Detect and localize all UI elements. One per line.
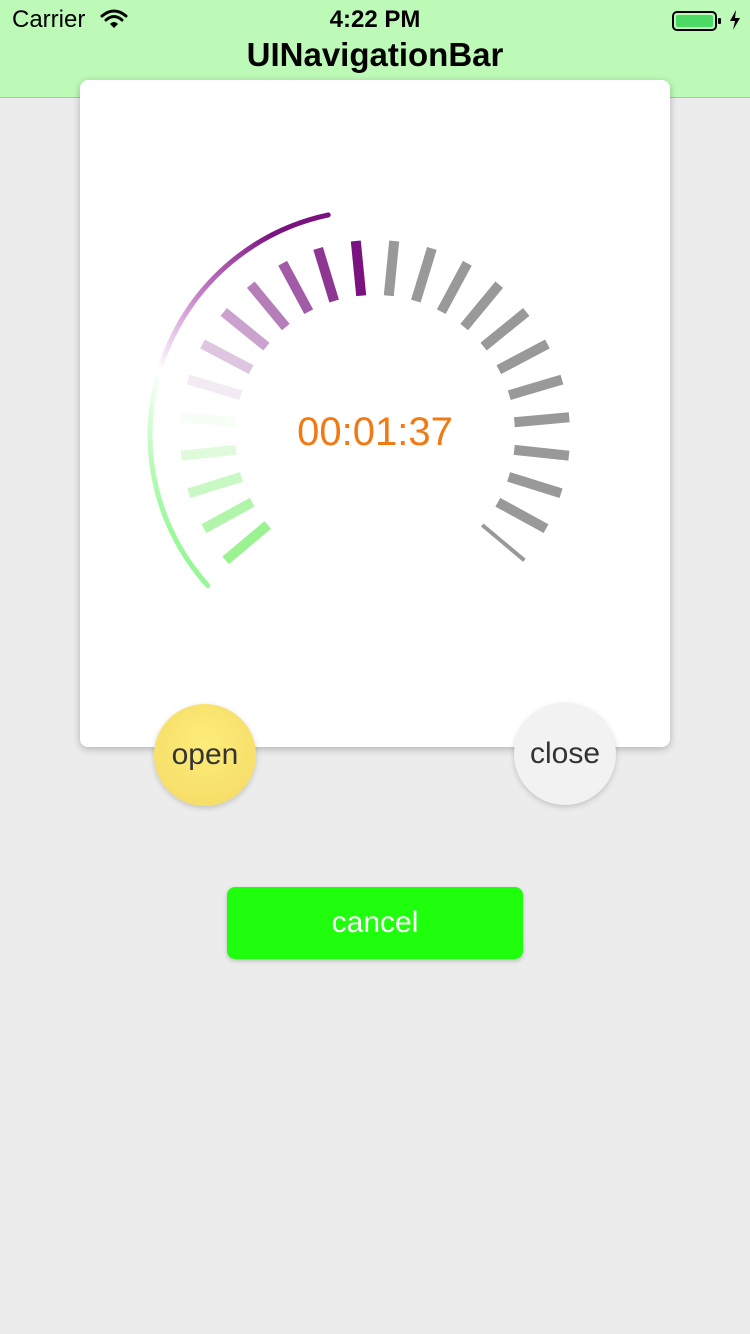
open-button[interactable]: open (154, 704, 256, 806)
gauge-tick-active (222, 521, 271, 565)
gauge-tick-active (350, 240, 367, 297)
gauge-tick-inactive (411, 247, 437, 303)
gauge-card: 00:01:37 (80, 80, 670, 747)
gauge-tick-inactive (436, 260, 472, 315)
gauge-tick-inactive (480, 308, 530, 351)
progress-arc (147, 212, 331, 589)
gauge-tick-inactive (383, 240, 400, 297)
gauge-tick-active (246, 281, 290, 331)
battery-icon (672, 11, 721, 31)
status-time: 4:22 PM (329, 6, 421, 33)
speed-gauge (147, 212, 570, 589)
gauge-tick-inactive (507, 374, 564, 400)
gauge-tick-active (187, 472, 243, 499)
gauge-tick-inactive (495, 497, 549, 534)
gauge-tick-inactive (496, 339, 550, 375)
gauge-tick-inactive (507, 472, 563, 499)
gauge-tick-inactive (460, 281, 504, 331)
close-button[interactable]: close (514, 703, 616, 805)
nav-title: UINavigationBar (246, 36, 504, 73)
gauge-tick-active (313, 247, 339, 303)
gauge-tick-active (201, 497, 255, 534)
gauge-tick-active (200, 339, 254, 375)
gauge-tick-inactive (480, 523, 526, 562)
timer-label: 00:01:37 (297, 410, 453, 454)
cancel-button[interactable]: cancel (227, 887, 523, 959)
gauge-tick-active (220, 308, 270, 351)
charging-bolt-icon (730, 10, 740, 30)
gauge-tick-active (278, 260, 314, 315)
gauge-tick-active (186, 374, 243, 400)
